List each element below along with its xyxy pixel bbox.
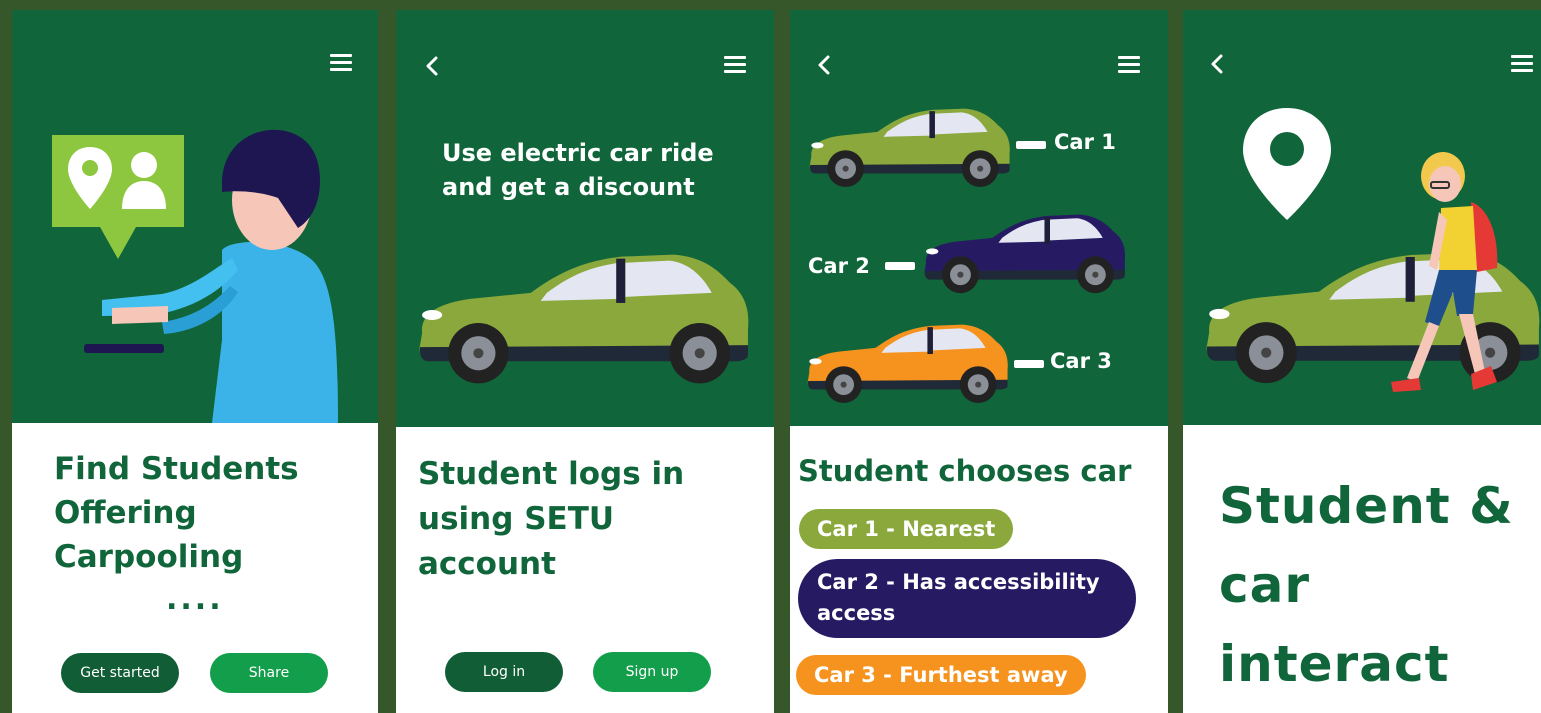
promo-headline: Use electric car ride and get a discount — [442, 139, 714, 201]
signup-button[interactable]: Sign up — [593, 652, 711, 692]
hero-panel: Use electric car ride and get a discount — [396, 10, 774, 427]
option-car-3[interactable]: Car 3 - Furthest away — [796, 655, 1086, 695]
get-started-button[interactable]: Get started — [61, 653, 179, 693]
car-3-pointer — [1014, 360, 1044, 368]
page-title: Student chooses car — [798, 454, 1132, 488]
menu-icon[interactable] — [724, 56, 746, 74]
screen-login: Use electric car ride and get a discount… — [396, 10, 774, 713]
green-car-illustration — [419, 254, 749, 384]
car-1-illustration[interactable] — [804, 100, 1012, 192]
menu-icon[interactable] — [330, 54, 352, 72]
car-1-label: Car 1 — [1054, 130, 1116, 154]
page-title: Student logs in using SETU account — [418, 456, 685, 582]
hero-panel — [1183, 10, 1541, 425]
hero-panel — [12, 10, 378, 423]
option-car-1[interactable]: Car 1 - Nearest — [799, 509, 1014, 549]
screen-interact: Student & car interact — [1183, 10, 1541, 713]
login-button[interactable]: Log in — [445, 652, 563, 692]
hero-panel: Car 1 Car 2 Car 3 — [790, 10, 1168, 426]
back-icon[interactable] — [1207, 52, 1229, 76]
share-button[interactable]: Share — [210, 653, 328, 693]
page-title: Find Students Offering Carpooling — [54, 451, 299, 575]
car-1-pointer — [1016, 141, 1046, 149]
location-pin-icon — [1243, 108, 1331, 220]
option-car-2[interactable]: Car 2 - Has accessibility access — [798, 559, 1136, 638]
back-icon[interactable] — [814, 53, 836, 77]
menu-icon[interactable] — [1118, 56, 1140, 74]
walking-student-illustration — [1391, 152, 1498, 392]
menu-icon[interactable] — [1511, 55, 1533, 73]
back-icon[interactable] — [422, 54, 444, 78]
person-illustration — [84, 129, 338, 423]
car-2-pointer — [885, 262, 915, 270]
car-3-label: Car 3 — [1050, 349, 1112, 373]
page-title: Student & car interact — [1219, 477, 1514, 693]
car-2-label: Car 2 — [808, 254, 870, 278]
car-3-illustration[interactable] — [802, 316, 1010, 408]
car-2-illustration[interactable] — [918, 206, 1128, 298]
pagination-dots: .... — [166, 582, 224, 617]
screen-choose-car: Car 1 Car 2 Car 3 Student chooses car Ca… — [790, 10, 1168, 713]
screen-find-students: Find Students Offering Carpooling .... G… — [12, 10, 378, 713]
